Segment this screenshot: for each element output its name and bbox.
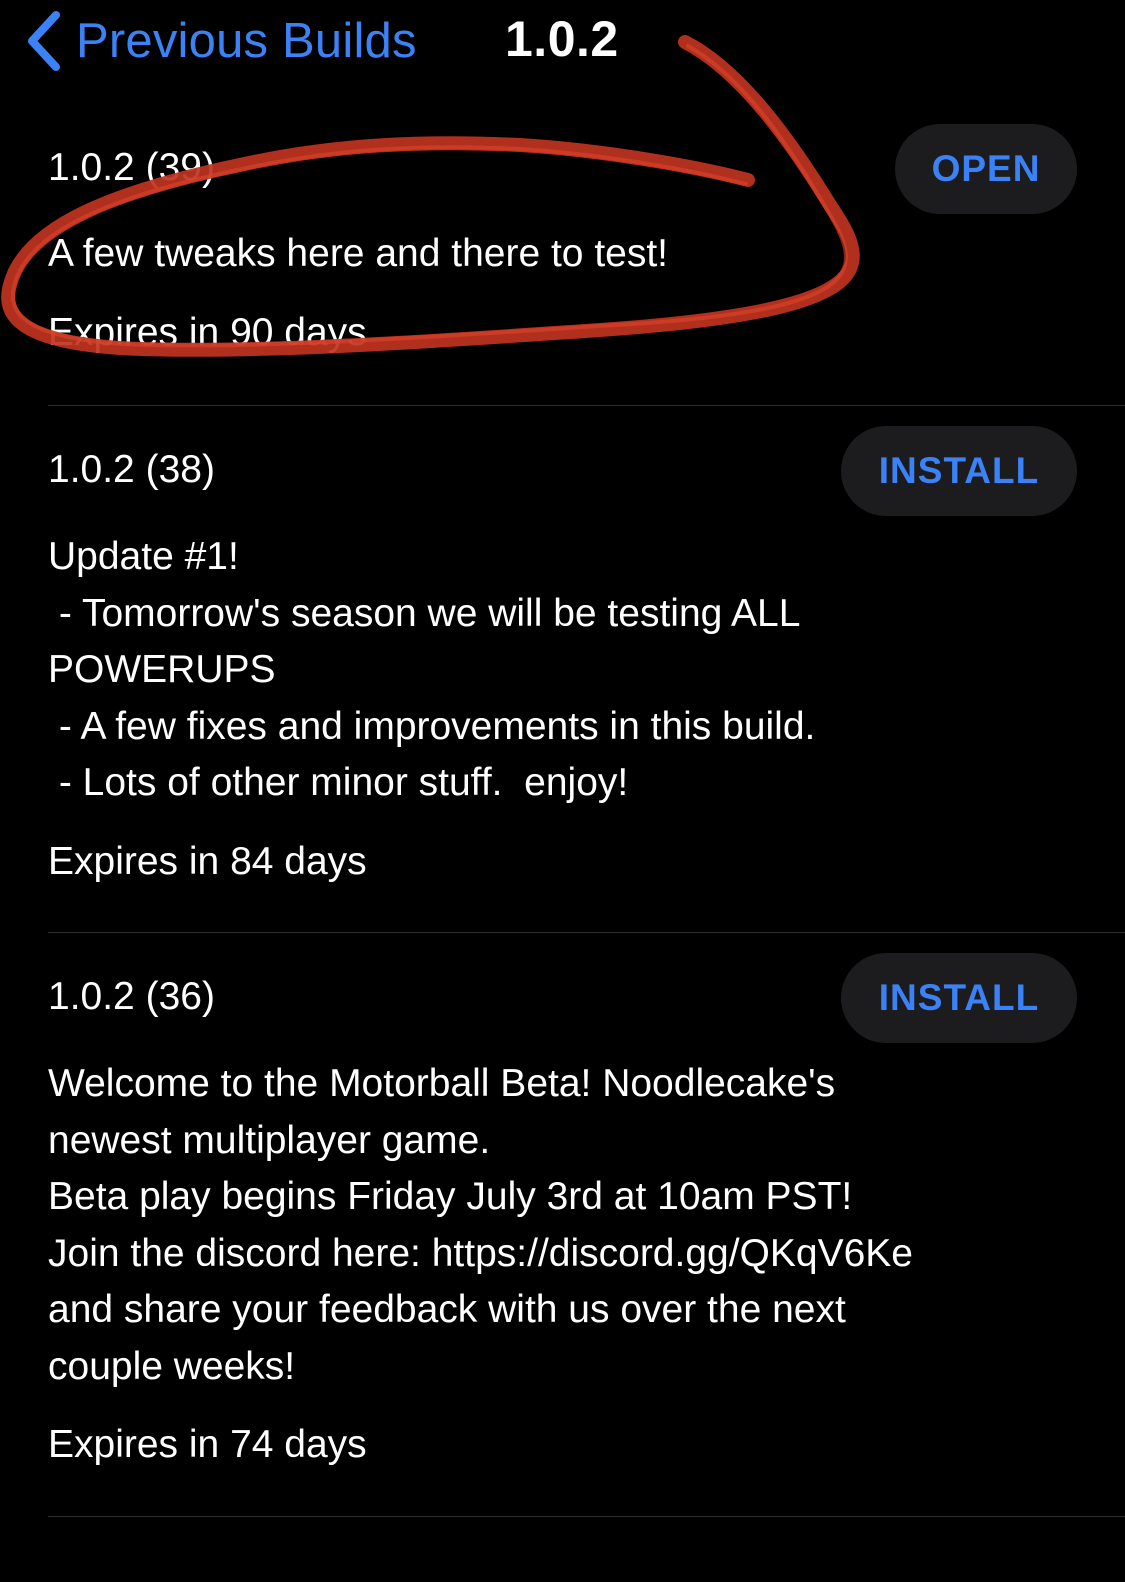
navigation-bar: Previous Builds 1.0.2 xyxy=(0,0,1125,90)
open-button[interactable]: OPEN xyxy=(895,124,1077,214)
build-notes: Update #1! - Tomorrow's season we will b… xyxy=(48,535,816,804)
build-expiry: Expires in 84 days xyxy=(48,839,367,883)
build-header: 1.0.2 (39) OPEN xyxy=(48,124,1125,214)
back-button[interactable]: Previous Builds xyxy=(24,6,417,76)
build-item: 1.0.2 (39) OPEN A few tweaks here and th… xyxy=(48,124,1125,361)
build-item: 1.0.2 (38) INSTALL Update #1! - Tomorrow… xyxy=(48,426,1125,890)
build-version: 1.0.2 (38) xyxy=(48,448,215,491)
page-title: 1.0.2 xyxy=(505,11,619,67)
divider xyxy=(48,932,1125,933)
build-item: 1.0.2 (36) INSTALL Welcome to the Motorb… xyxy=(48,953,1125,1473)
build-version: 1.0.2 (39) xyxy=(48,146,215,189)
build-notes: A few tweaks here and there to test! xyxy=(48,232,669,275)
divider xyxy=(48,405,1125,406)
build-expiry: Expires in 74 days xyxy=(48,1423,367,1466)
divider xyxy=(48,1516,1125,1517)
build-expiry: Expires in 90 days xyxy=(48,310,367,354)
install-button[interactable]: INSTALL xyxy=(841,953,1077,1043)
build-version: 1.0.2 (36) xyxy=(48,975,215,1018)
build-notes: Welcome to the Motorball Beta! Noodlecak… xyxy=(48,1062,913,1388)
back-button-label: Previous Builds xyxy=(76,14,417,68)
build-header: 1.0.2 (36) INSTALL xyxy=(48,953,1125,1043)
install-button[interactable]: INSTALL xyxy=(841,426,1077,516)
chevron-left-icon xyxy=(28,11,60,71)
build-header: 1.0.2 (38) INSTALL xyxy=(48,426,1125,516)
